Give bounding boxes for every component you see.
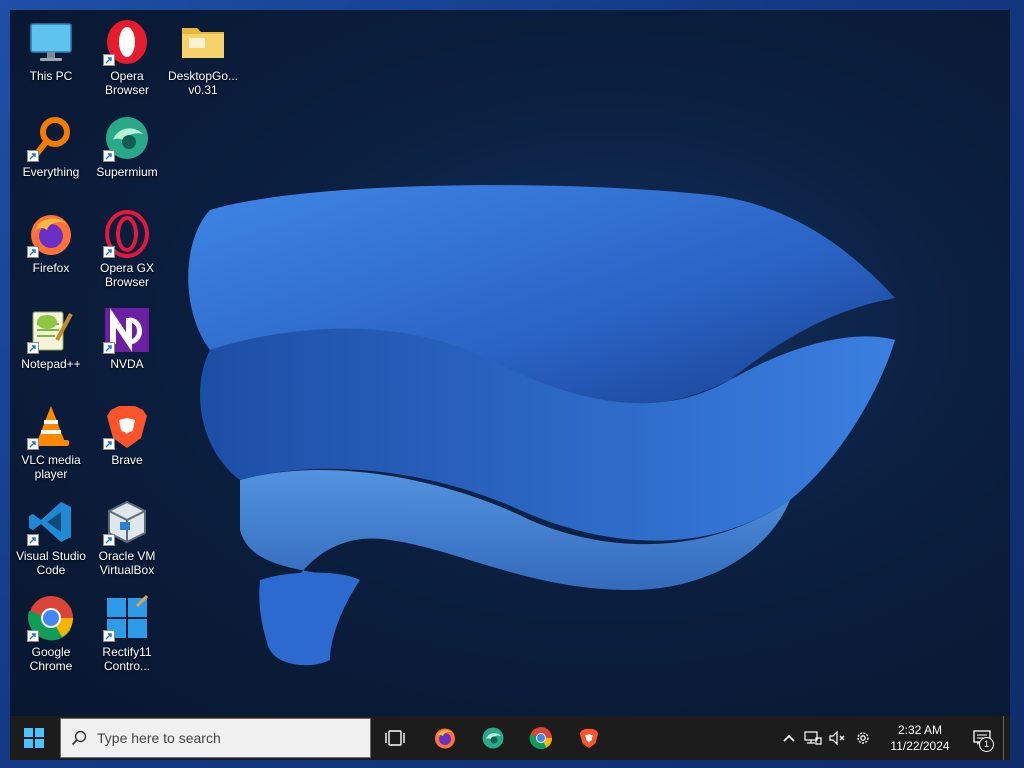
volume-tray-button[interactable]: [825, 716, 849, 760]
supermium-icon: [482, 727, 504, 749]
chrome-icon: [529, 727, 552, 750]
shortcut-arrow-icon: [27, 150, 39, 162]
folder-icon: [179, 18, 227, 66]
shortcut-arrow-icon: [27, 630, 39, 642]
notification-count-badge: 1: [979, 737, 994, 752]
shortcut-arrow-icon: [27, 534, 39, 546]
notification-center-button[interactable]: 1: [963, 716, 1001, 760]
task-view-button[interactable]: [371, 716, 419, 760]
desktop-icon-chrome[interactable]: Google Chrome: [12, 592, 90, 684]
show-hidden-icons-button[interactable]: [777, 716, 801, 760]
network-tray-button[interactable]: [801, 716, 825, 760]
desktop-icon-opera-gx[interactable]: Opera GX Browser: [88, 208, 166, 300]
desktop-icon-vlc[interactable]: VLC media player: [12, 400, 90, 492]
desktop-icon-supermium[interactable]: Supermium: [88, 112, 166, 204]
desktop-icon-desktopgo[interactable]: DesktopGo... v0.31: [164, 16, 242, 108]
desktop[interactable]: This PC Everything Firefox Notepad++ VLC…: [10, 10, 1010, 716]
volume-muted-icon: [829, 730, 845, 746]
desktop-icon-label: VLC media player: [21, 453, 81, 481]
chrome-icon: [27, 594, 75, 642]
opera-icon: [103, 18, 151, 66]
desktop-icon-label: DesktopGo... v0.31: [167, 69, 239, 97]
desktop-icon-rectify11[interactable]: Rectify11 Contro...: [88, 592, 166, 684]
desktop-icon-label: Everything: [22, 165, 80, 179]
gear-icon: [857, 732, 869, 744]
taskbar-pinned-brave[interactable]: [565, 716, 613, 760]
desktop-icon-vscode[interactable]: Visual Studio Code: [12, 496, 90, 588]
brave-lion-icon: [103, 402, 151, 450]
vlc-cone-icon: [27, 402, 75, 450]
brave-lion-icon: [579, 728, 599, 749]
desktop-icon-label: Supermium: [96, 165, 158, 179]
show-desktop-button[interactable]: [1003, 716, 1010, 760]
shortcut-arrow-icon: [103, 630, 115, 642]
desktop-icon-label: Google Chrome: [29, 645, 73, 673]
taskbar-search-box[interactable]: [60, 718, 371, 758]
shortcut-arrow-icon: [103, 342, 115, 354]
shortcut-arrow-icon: [27, 342, 39, 354]
firefox-icon: [435, 728, 455, 749]
monitor-icon: [27, 18, 75, 66]
opera-gx-icon: [103, 210, 151, 258]
rectify11-icon: [103, 594, 151, 642]
taskbar-pinned-chrome[interactable]: [517, 716, 565, 760]
clock-time: 2:32 AM: [897, 723, 943, 737]
desktop-icon-label: This PC: [29, 69, 73, 83]
shortcut-arrow-icon: [27, 246, 39, 258]
taskbar-pinned-firefox[interactable]: [421, 716, 469, 760]
taskbar-clock[interactable]: 2:32 AM 11/22/2024: [877, 716, 963, 760]
shortcut-arrow-icon: [103, 54, 115, 66]
settings-tray-button[interactable]: [849, 716, 877, 760]
task-view-icon: [385, 730, 405, 746]
desktop-icon-label: Visual Studio Code: [16, 549, 86, 577]
vscode-icon: [27, 498, 75, 546]
desktop-icon-label: Notepad++: [21, 357, 81, 371]
clock-date: 11/22/2024: [890, 739, 950, 753]
desktop-icon-label: Oracle VM VirtualBox: [98, 549, 156, 577]
desktop-icon-label: Rectify11 Contro...: [102, 645, 152, 673]
shortcut-arrow-icon: [27, 438, 39, 450]
firefox-icon: [27, 210, 75, 258]
desktop-icon-this-pc[interactable]: This PC: [12, 16, 90, 108]
desktop-icon-label: Brave: [111, 453, 143, 467]
desktop-icon-label: Opera GX Browser: [99, 261, 155, 289]
desktop-icon-label: NVDA: [110, 357, 144, 371]
supermium-icon: [103, 114, 151, 162]
virtualbox-cube-icon: [103, 498, 151, 546]
desktop-icon-label: Firefox: [32, 261, 70, 275]
taskbar-pinned-supermium[interactable]: [469, 716, 517, 760]
desktop-icon-firefox[interactable]: Firefox: [12, 208, 90, 300]
nvda-icon: [103, 306, 151, 354]
chevron-up-icon: [783, 734, 795, 742]
desktop-icon-notepad-plus-plus[interactable]: Notepad++: [12, 304, 90, 396]
desktop-icon-nvda[interactable]: NVDA: [88, 304, 166, 396]
shortcut-arrow-icon: [103, 246, 115, 258]
notepad-plus-plus-icon: [27, 306, 75, 354]
desktop-icon-opera[interactable]: Opera Browser: [88, 16, 166, 108]
search-icon: [61, 730, 97, 746]
taskbar: 2:32 AM 11/22/2024 1: [10, 716, 1010, 760]
desktop-icon-label: Opera Browser: [104, 69, 149, 97]
start-button[interactable]: [10, 716, 58, 760]
everything-magnifier-icon: [27, 114, 75, 162]
shortcut-arrow-icon: [103, 534, 115, 546]
search-input[interactable]: [97, 730, 347, 746]
desktop-icon-brave[interactable]: Brave: [88, 400, 166, 492]
shortcut-arrow-icon: [103, 150, 115, 162]
network-icon: [804, 731, 822, 745]
windows-logo-icon: [24, 728, 44, 748]
desktop-icon-virtualbox[interactable]: Oracle VM VirtualBox: [88, 496, 166, 588]
desktop-icon-everything[interactable]: Everything: [12, 112, 90, 204]
shortcut-arrow-icon: [103, 438, 115, 450]
